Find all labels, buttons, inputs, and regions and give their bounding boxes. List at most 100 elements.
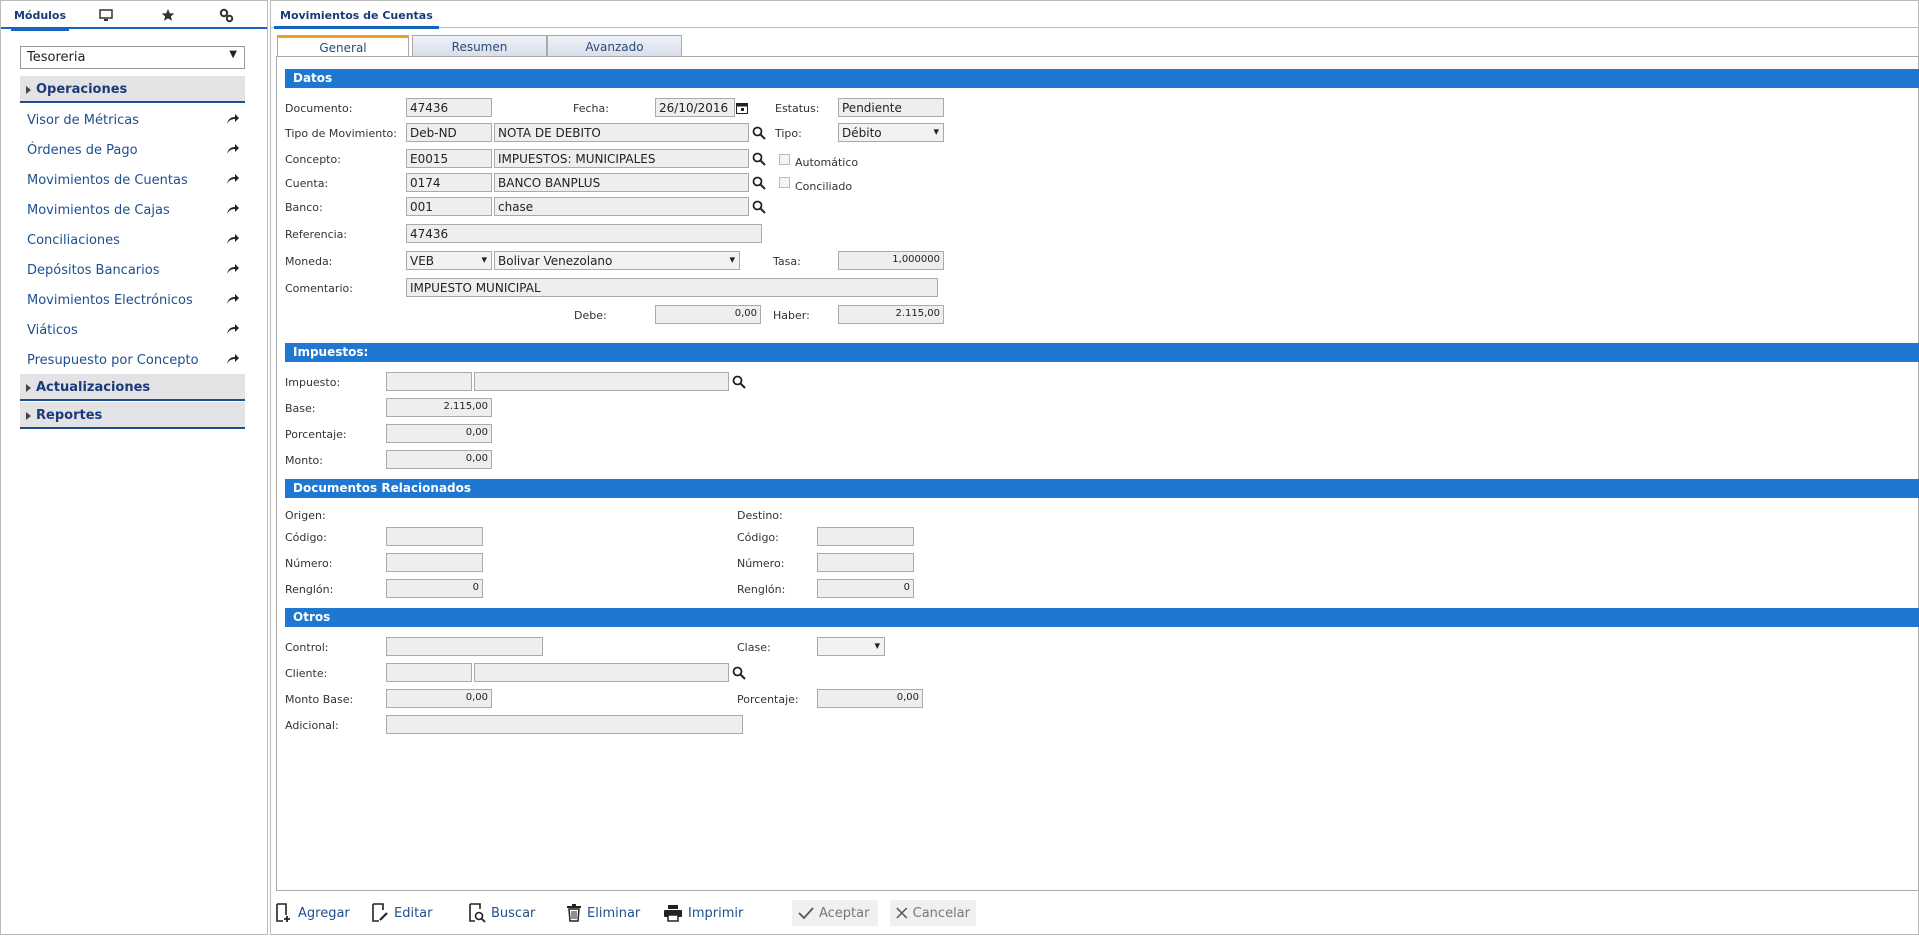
cuenta-code-field[interactable]: 0174	[406, 173, 492, 192]
porcentaje-otros-field[interactable]: 0,00	[817, 689, 923, 708]
edit-document-icon	[372, 903, 388, 922]
moneda-label: Moneda:	[285, 255, 333, 268]
debe-label: Debe:	[574, 309, 607, 322]
cuenta-label: Cuenta:	[285, 177, 329, 190]
renglon-origen-field[interactable]: 0	[386, 579, 483, 598]
printer-icon	[664, 905, 682, 922]
haber-field[interactable]: 2.115,00	[838, 305, 944, 324]
menu-item-movimientos-cajas[interactable]: Movimientos de Cajas	[27, 199, 242, 221]
monto-base-field[interactable]: 0,00	[386, 689, 492, 708]
search-icon[interactable]	[752, 126, 766, 140]
menu-item-visor-metricas[interactable]: Visor de Métricas	[27, 109, 242, 131]
share-arrow-icon	[227, 234, 239, 244]
control-field[interactable]	[386, 637, 543, 656]
search-document-icon	[469, 903, 486, 923]
tipo-movimiento-label: Tipo de Movimiento:	[285, 127, 397, 140]
clase-select[interactable]	[817, 637, 885, 656]
module-select[interactable]: Tesoreria ▼	[20, 46, 245, 69]
tipo-movimiento-code-field[interactable]: Deb-ND	[406, 123, 492, 142]
concepto-desc-field: IMPUESTOS: MUNICIPALES	[494, 149, 749, 168]
menu-item-depositos-bancarios[interactable]: Depósitos Bancarios	[27, 259, 242, 281]
banco-desc-field: chase	[494, 197, 749, 216]
numero-destino-field[interactable]	[817, 553, 914, 572]
automatico-checkbox[interactable]	[779, 154, 790, 165]
search-icon[interactable]	[752, 152, 766, 166]
porcentaje-field[interactable]: 0,00	[386, 424, 492, 443]
editar-button[interactable]: Editar	[371, 900, 433, 926]
section-reportes[interactable]: Reportes	[20, 402, 245, 429]
fecha-field[interactable]: 26/10/2016	[655, 98, 735, 117]
codigo-destino-label: Código:	[737, 531, 779, 544]
menu-item-label: Visor de Métricas	[27, 112, 139, 128]
cancelar-button[interactable]: Cancelar	[890, 900, 976, 926]
menu-item-movimientos-electronicos[interactable]: Movimientos Electrónicos	[27, 289, 242, 311]
modules-panel: Módulos Tesoreria ▼ Operaciones Visor de…	[0, 0, 268, 935]
codigo-origen-field[interactable]	[386, 527, 483, 546]
comentario-label: Comentario:	[285, 282, 353, 295]
numero-origen-field[interactable]	[386, 553, 483, 572]
comentario-field[interactable]: IMPUESTO MUNICIPAL	[406, 278, 938, 297]
window-title-tab[interactable]: Movimientos de Cuentas	[274, 1, 439, 29]
document-panel: Movimientos de Cuentas General Resumen A…	[270, 0, 1919, 935]
monto-field[interactable]: 0,00	[386, 450, 492, 469]
tab-avanzado[interactable]: Avanzado	[547, 35, 682, 57]
tab-resumen[interactable]: Resumen	[412, 35, 547, 57]
cancelar-label: Cancelar	[912, 905, 970, 921]
share-arrow-icon	[227, 174, 239, 184]
imprimir-button[interactable]: Imprimir	[663, 900, 743, 926]
renglon-destino-label: Renglón:	[737, 583, 786, 596]
aceptar-button[interactable]: Aceptar	[792, 900, 878, 926]
tab-settings[interactable]	[211, 1, 241, 29]
base-field[interactable]: 2.115,00	[386, 398, 492, 417]
calendar-icon[interactable]	[736, 102, 748, 114]
menu-item-label: Órdenes de Pago	[27, 142, 138, 158]
menu-item-conciliaciones[interactable]: Conciliaciones	[27, 229, 242, 251]
check-icon	[798, 907, 814, 920]
menu-item-presupuesto-concepto[interactable]: Presupuesto por Concepto	[27, 349, 242, 371]
tab-general[interactable]: General	[277, 35, 409, 58]
title-divider	[271, 27, 1918, 28]
agregar-button[interactable]: Agregar	[275, 900, 350, 926]
search-icon[interactable]	[732, 666, 746, 680]
moneda-code-select[interactable]: VEB	[406, 251, 492, 270]
menu-item-label: Presupuesto por Concepto	[27, 352, 199, 368]
section-impuestos: Impuestos:	[285, 343, 1919, 362]
share-arrow-icon	[227, 294, 239, 304]
adicional-field[interactable]	[386, 715, 743, 734]
search-icon[interactable]	[732, 375, 746, 389]
gears-icon	[219, 8, 233, 22]
debe-field[interactable]: 0,00	[655, 305, 761, 324]
search-icon[interactable]	[752, 200, 766, 214]
menu-item-viaticos[interactable]: Viáticos	[27, 319, 242, 341]
section-operaciones[interactable]: Operaciones	[20, 76, 245, 103]
documento-field[interactable]: 47436	[406, 98, 492, 117]
menu-item-ordenes-pago[interactable]: Órdenes de Pago	[27, 139, 242, 161]
tab-desktop[interactable]	[91, 1, 121, 29]
tasa-field[interactable]: 1,000000	[838, 251, 944, 270]
section-datos: Datos	[285, 69, 1919, 88]
imprimir-label: Imprimir	[688, 905, 744, 921]
banco-code-field[interactable]: 001	[406, 197, 492, 216]
conciliado-checkbox[interactable]	[779, 177, 790, 188]
agregar-label: Agregar	[298, 905, 350, 921]
codigo-destino-field[interactable]	[817, 527, 914, 546]
haber-label: Haber:	[773, 309, 810, 322]
renglon-destino-field[interactable]: 0	[817, 579, 914, 598]
tipo-select[interactable]: Débito	[838, 123, 944, 142]
monto-label: Monto:	[285, 454, 323, 467]
menu-item-movimientos-cuentas[interactable]: Movimientos de Cuentas	[27, 169, 242, 191]
form-content: Datos Documento: 47436 Fecha: 26/10/2016…	[276, 56, 1919, 891]
section-otros: Otros	[285, 608, 1919, 627]
eliminar-button[interactable]: Eliminar	[566, 900, 640, 926]
moneda-desc-select[interactable]: Bolivar Venezolano	[494, 251, 740, 270]
section-actualizaciones[interactable]: Actualizaciones	[20, 374, 245, 401]
cliente-code-field[interactable]	[386, 663, 472, 682]
referencia-field[interactable]: 47436	[406, 224, 762, 243]
concepto-code-field[interactable]: E0015	[406, 149, 492, 168]
tab-modulos[interactable]: Módulos	[5, 1, 75, 31]
close-icon	[896, 907, 908, 919]
search-icon[interactable]	[752, 176, 766, 190]
buscar-button[interactable]: Buscar	[468, 900, 535, 926]
impuesto-code-field[interactable]	[386, 372, 472, 391]
tab-favorites[interactable]	[153, 1, 183, 29]
